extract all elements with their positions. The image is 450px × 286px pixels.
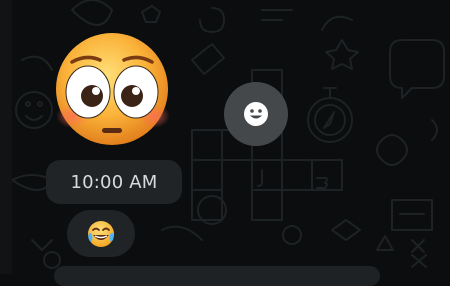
next-message-bubble[interactable] [54, 266, 380, 286]
message-timestamp: 10:00 AM [46, 160, 182, 204]
flushed-face-sticker[interactable] [52, 30, 172, 148]
joy-face-emoji [88, 220, 114, 247]
timestamp-text: 10:00 AM [70, 171, 158, 193]
chat-list-edge [0, 0, 12, 274]
reaction-bubble[interactable] [67, 210, 135, 257]
add-reaction-button[interactable] [224, 82, 288, 146]
smiley-face-icon [244, 102, 268, 126]
